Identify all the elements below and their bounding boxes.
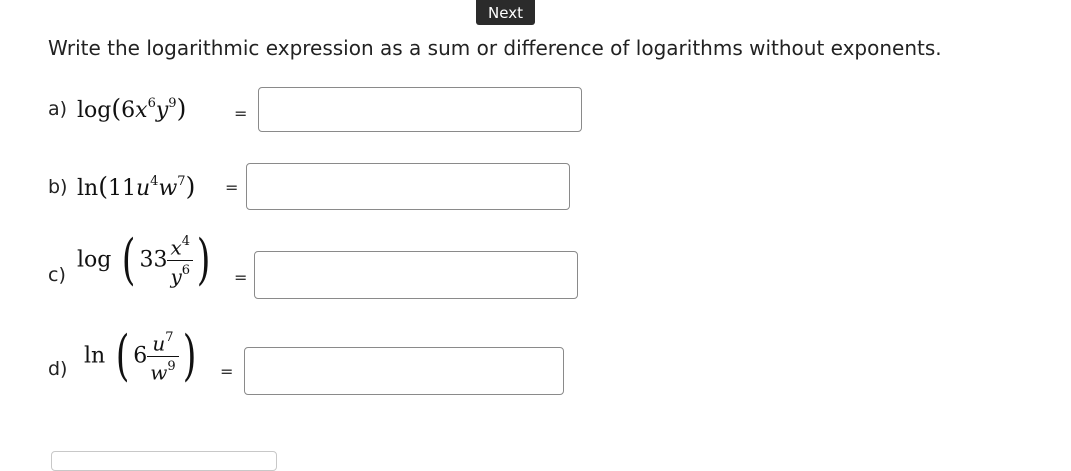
fraction: x4 y6 bbox=[167, 232, 194, 289]
numerator-variable: u bbox=[152, 331, 166, 356]
function-name: ln bbox=[84, 343, 106, 369]
part-b-expression: ln(11u4w7) bbox=[77, 172, 196, 201]
variable: w bbox=[158, 176, 178, 201]
part-c-label: c) bbox=[48, 264, 66, 286]
exponent: 6 bbox=[147, 95, 156, 111]
part-d-label: d) bbox=[48, 358, 68, 380]
answer-input-d[interactable] bbox=[244, 347, 564, 395]
equals-sign: = bbox=[234, 104, 248, 123]
function-name: log bbox=[77, 98, 112, 123]
part-a-expression: log(6x6y9) bbox=[77, 94, 187, 123]
part-a-row: a) log(6x6y9) = bbox=[48, 82, 588, 152]
function-name: ln bbox=[77, 176, 99, 201]
answer-input-b[interactable] bbox=[246, 163, 570, 210]
coefficient: 33 bbox=[139, 247, 168, 273]
numerator-variable: x bbox=[170, 235, 182, 260]
answer-input-c[interactable] bbox=[254, 251, 578, 299]
part-d-expression: ln (6 u7 w9) bbox=[84, 324, 197, 388]
coefficient: 6 bbox=[121, 98, 136, 123]
next-button[interactable]: Next bbox=[476, 0, 535, 25]
coefficient: 11 bbox=[107, 176, 136, 201]
exponent: 7 bbox=[177, 173, 186, 189]
equals-sign: = bbox=[234, 268, 248, 287]
denominator-variable: w bbox=[150, 360, 168, 385]
part-b-label: b) bbox=[48, 176, 68, 198]
fraction: u7 w9 bbox=[147, 328, 179, 385]
exponent: 7 bbox=[165, 330, 174, 345]
part-c-row: c) log (33 x4 y6) = bbox=[48, 233, 588, 310]
part-d-row: d) ln (6 u7 w9) = bbox=[48, 329, 568, 404]
answer-input-a[interactable] bbox=[258, 87, 582, 132]
partial-button[interactable] bbox=[51, 451, 277, 471]
exponent: 9 bbox=[168, 95, 177, 111]
instructions-text: Write the logarithmic expression as a su… bbox=[48, 36, 942, 60]
part-c-expression: log (33 x4 y6) bbox=[77, 228, 211, 292]
coefficient: 6 bbox=[133, 343, 148, 369]
exponent: 9 bbox=[167, 358, 176, 374]
equals-sign: = bbox=[225, 178, 239, 197]
exponent: 4 bbox=[181, 234, 191, 249]
equals-sign: = bbox=[220, 362, 234, 381]
part-b-row: b) ln(11u4w7) = bbox=[48, 160, 578, 230]
part-a-label: a) bbox=[48, 98, 68, 120]
variable: y bbox=[155, 98, 169, 123]
denominator-variable: y bbox=[170, 264, 182, 289]
function-name: log bbox=[77, 247, 112, 273]
variable: x bbox=[135, 98, 148, 123]
exponent: 4 bbox=[150, 173, 159, 189]
variable: u bbox=[135, 176, 151, 201]
exponent: 6 bbox=[181, 262, 191, 278]
